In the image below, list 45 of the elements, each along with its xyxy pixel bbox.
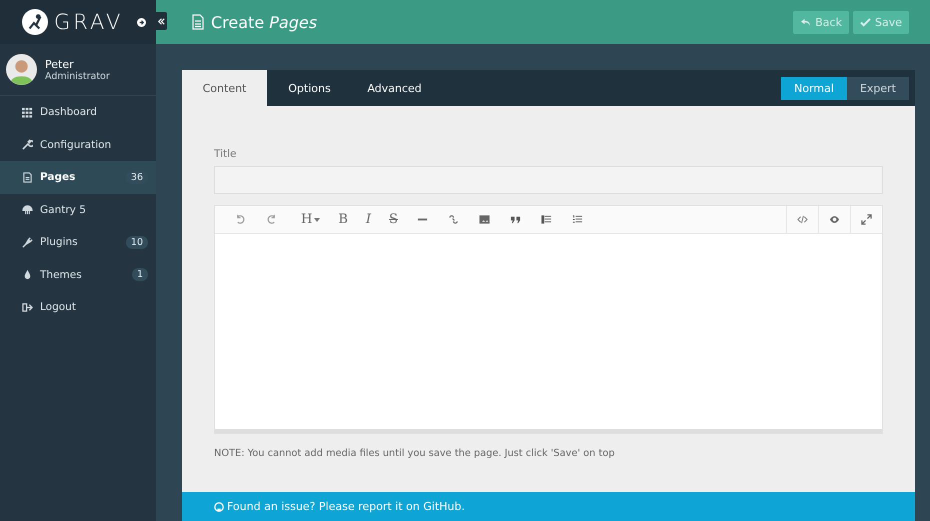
- user-name: Peter: [45, 58, 75, 70]
- document-icon: [22, 172, 33, 183]
- reply-arrow-icon: [800, 18, 812, 26]
- count-badge: 10: [126, 236, 148, 249]
- sidebar-item[interactable]: Gantry 5: [0, 194, 156, 226]
- heading-button[interactable]: H: [301, 212, 320, 227]
- avatar: [6, 54, 37, 85]
- image-icon[interactable]: [478, 214, 490, 225]
- plug-icon: [22, 236, 33, 248]
- sidebar-item[interactable]: Configuration: [0, 128, 156, 161]
- sidebar-item[interactable]: Plugins 10: [0, 226, 156, 258]
- quote-icon[interactable]: [510, 214, 521, 225]
- bold-button[interactable]: B: [338, 212, 348, 227]
- italic-button[interactable]: I: [366, 212, 372, 227]
- sidebar-item[interactable]: Logout: [0, 291, 156, 324]
- double-chevron-left-icon: [157, 16, 166, 26]
- tab[interactable]: Content: [182, 70, 267, 106]
- exit-icon: [22, 302, 33, 313]
- grid-icon: [22, 106, 33, 118]
- check-icon: [860, 18, 871, 26]
- undo-icon[interactable]: [235, 214, 246, 225]
- mode-toggle[interactable]: Expert: [846, 76, 909, 100]
- sidebar-item[interactable]: Dashboard: [0, 96, 156, 128]
- page-title: Create Pages: [211, 12, 318, 32]
- count-badge: 1: [132, 268, 148, 282]
- sidebar-item[interactable]: Themes 1: [0, 258, 156, 291]
- logo-text: GRAV: [54, 10, 124, 34]
- document-icon: [192, 14, 204, 30]
- count-badge: 36: [126, 170, 148, 184]
- sidebar-item[interactable]: Pages 36: [0, 161, 156, 194]
- caret-icon: [314, 218, 320, 222]
- field-label: Title: [214, 148, 238, 160]
- arrow-circle-icon[interactable]: [137, 18, 146, 26]
- tab[interactable]: Options: [267, 70, 352, 106]
- wrench-icon: [22, 139, 33, 150]
- redo-icon[interactable]: [266, 214, 277, 225]
- markdown-editor[interactable]: H B I S: [214, 205, 883, 434]
- user-role: Administrator: [45, 70, 110, 82]
- note-text: NOTE: You cannot add media files until you save the page. Just click 'Save' on top: [214, 448, 616, 459]
- numbered-list-icon[interactable]: [572, 214, 583, 225]
- collapse-button[interactable]: [156, 12, 167, 30]
- drop-icon: [22, 269, 33, 280]
- tab[interactable]: Advanced: [352, 70, 437, 106]
- strikethrough-button[interactable]: S: [389, 212, 398, 227]
- bullet-list-icon[interactable]: [540, 214, 552, 225]
